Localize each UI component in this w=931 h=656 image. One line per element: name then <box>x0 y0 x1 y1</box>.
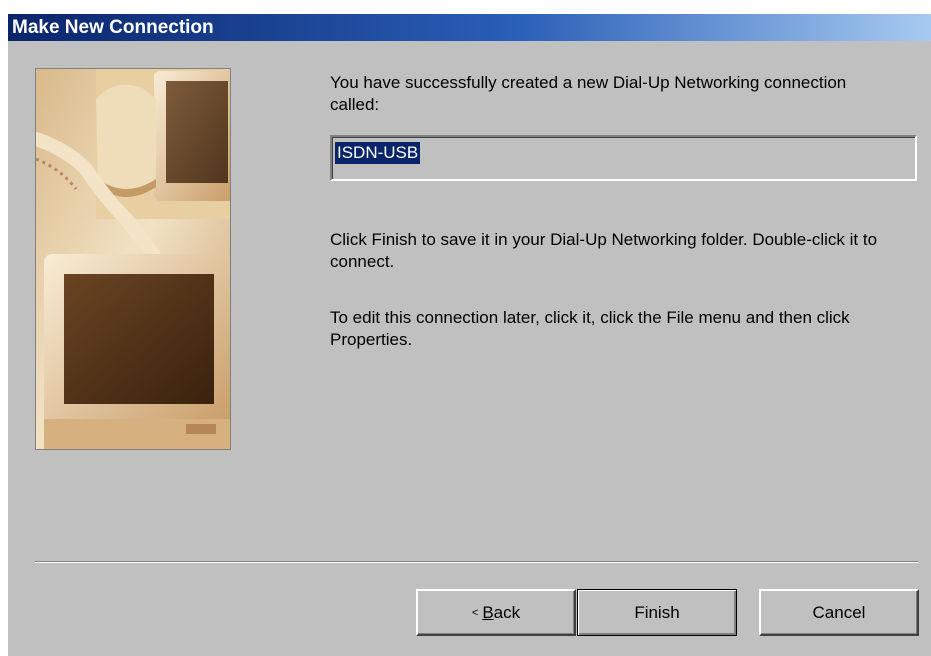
back-hotkey: B <box>482 602 494 622</box>
button-separator <box>35 561 918 563</box>
cancel-button[interactable]: Cancel <box>759 589 919 636</box>
title-bar[interactable]: Make New Connection <box>8 14 931 41</box>
wizard-window: Make New Connection You have successfull… <box>8 14 931 656</box>
cancel-label: Cancel <box>812 602 866 622</box>
back-button[interactable]: < Back <box>416 589 576 636</box>
connection-name-value[interactable]: ISDN-USB <box>335 142 421 164</box>
connection-name-field[interactable]: ISDN-USB <box>330 135 917 181</box>
finish-label: Finish <box>634 602 680 622</box>
back-label: ack <box>493 602 521 622</box>
success-message: You have successfully created a new Dial… <box>330 73 847 114</box>
wizard-image <box>35 68 231 450</box>
chevron-left-icon: < <box>471 606 479 619</box>
finish-button[interactable]: Finish <box>577 589 737 636</box>
computer-monitors-illustration <box>36 69 230 449</box>
edit-instruction: To edit this connection later, click it,… <box>330 308 850 349</box>
window-title: Make New Connection <box>12 17 214 38</box>
finish-instruction: Click Finish to save it in your Dial-Up … <box>330 230 878 271</box>
